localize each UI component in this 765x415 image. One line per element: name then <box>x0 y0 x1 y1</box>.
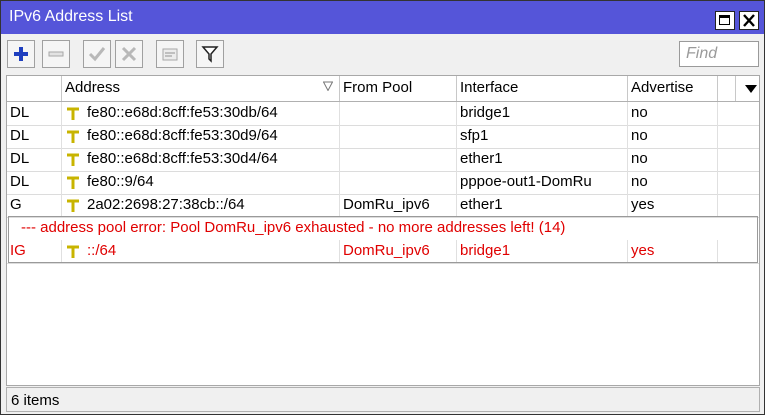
row-interface: ether1 <box>457 148 628 171</box>
maximize-button[interactable] <box>715 11 735 30</box>
row-from-pool <box>340 171 457 194</box>
row-flags: G <box>7 194 62 217</box>
toolbar <box>1 34 764 72</box>
row-from-pool <box>340 102 457 125</box>
row-address-value: ::/64 <box>87 242 117 259</box>
status-bar: 6 items <box>6 387 760 412</box>
ipv6-address-list-window: IPv6 Address List Find Address From Pool… <box>0 0 765 415</box>
row-flags: DL <box>7 171 62 194</box>
add-button[interactable] <box>7 40 35 68</box>
ip-address-icon <box>67 245 79 258</box>
row-address: fe80::e68d:8cff:fe53:30d9/64 <box>62 125 340 148</box>
ip-address-icon <box>67 153 79 166</box>
row-address-value: fe80::e68d:8cff:fe53:30db/64 <box>87 104 278 121</box>
row-address-value: fe80::e68d:8cff:fe53:30d9/64 <box>87 127 278 144</box>
filter-icon <box>201 46 219 63</box>
remove-button[interactable] <box>42 40 70 68</box>
cross-icon <box>121 46 137 62</box>
row-interface: pppoe-out1-DomRu <box>457 171 628 194</box>
address-table: Address From Pool Interface Advertise DL… <box>6 75 760 386</box>
row-from-pool <box>340 148 457 171</box>
row-from-pool: DomRu_ipv6 <box>340 240 457 263</box>
table-row-invalid[interactable]: IG ::/64 DomRu_ipv6 bridge1 yes <box>7 240 759 264</box>
row-address-value: 2a02:2698:27:38cb::/64 <box>87 196 245 213</box>
row-interface: bridge1 <box>457 102 628 125</box>
comment-button[interactable] <box>156 40 184 68</box>
row-interface: ether1 <box>457 194 628 217</box>
column-menu-arrow-icon[interactable] <box>745 85 757 93</box>
column-header-spacer <box>718 76 736 101</box>
ip-address-icon <box>67 199 79 212</box>
error-comment[interactable]: --- address pool error: Pool DomRu_ipv6 … <box>7 217 759 240</box>
column-header-from-pool[interactable]: From Pool <box>340 76 457 101</box>
filter-button[interactable] <box>196 40 224 68</box>
row-address: 2a02:2698:27:38cb::/64 <box>62 194 340 217</box>
column-header-address[interactable]: Address <box>62 76 340 101</box>
row-address: ::/64 <box>62 240 340 263</box>
row-flags: DL <box>7 102 62 125</box>
row-interface: sfp1 <box>457 125 628 148</box>
window-title: IPv6 Address List <box>9 8 133 25</box>
table-row[interactable]: DL fe80::e68d:8cff:fe53:30d4/64 ether1 n… <box>7 148 759 172</box>
close-button[interactable] <box>739 11 759 30</box>
row-address-value: fe80::e68d:8cff:fe53:30d4/64 <box>87 150 278 167</box>
table-row[interactable]: G 2a02:2698:27:38cb::/64 DomRu_ipv6 ethe… <box>7 194 759 218</box>
column-header-address-label: Address <box>65 79 121 96</box>
row-from-pool: DomRu_ipv6 <box>340 194 457 217</box>
minus-icon <box>48 51 64 57</box>
check-icon <box>88 47 106 62</box>
table-row[interactable]: DL fe80::e68d:8cff:fe53:30d9/64 sfp1 no <box>7 125 759 149</box>
row-address: fe80::e68d:8cff:fe53:30d4/64 <box>62 148 340 171</box>
row-advertise: no <box>628 148 718 171</box>
table-header: Address From Pool Interface Advertise <box>7 76 759 102</box>
column-header-flags[interactable] <box>7 76 62 101</box>
row-advertise: no <box>628 102 718 125</box>
table-row[interactable]: DL fe80::e68d:8cff:fe53:30db/64 bridge1 … <box>7 102 759 126</box>
column-header-interface[interactable]: Interface <box>457 76 628 101</box>
note-icon <box>162 48 178 61</box>
row-flags: DL <box>7 125 62 148</box>
row-address-value: fe80::9/64 <box>87 173 154 190</box>
ip-address-icon <box>67 130 79 143</box>
row-address: fe80::9/64 <box>62 171 340 194</box>
row-advertise: no <box>628 171 718 194</box>
row-from-pool <box>340 125 457 148</box>
column-header-advertise[interactable]: Advertise <box>628 76 718 101</box>
row-interface: bridge1 <box>457 240 628 263</box>
find-input[interactable] <box>679 41 759 67</box>
row-advertise: yes <box>628 240 718 263</box>
enable-button[interactable] <box>83 40 111 68</box>
sort-indicator-icon <box>323 81 333 91</box>
close-icon <box>743 14 755 27</box>
ip-address-icon <box>67 107 79 120</box>
title-bar[interactable]: IPv6 Address List <box>1 1 764 34</box>
item-count: 6 items <box>11 392 60 409</box>
table-row[interactable]: DL fe80::9/64 pppoe-out1-DomRu no <box>7 171 759 195</box>
row-address: fe80::e68d:8cff:fe53:30db/64 <box>62 102 340 125</box>
row-flags: IG <box>7 240 62 263</box>
row-advertise: no <box>628 125 718 148</box>
disable-button[interactable] <box>115 40 143 68</box>
row-advertise: yes <box>628 194 718 217</box>
plus-icon <box>14 47 28 61</box>
row-flags: DL <box>7 148 62 171</box>
ip-address-icon <box>67 176 79 189</box>
